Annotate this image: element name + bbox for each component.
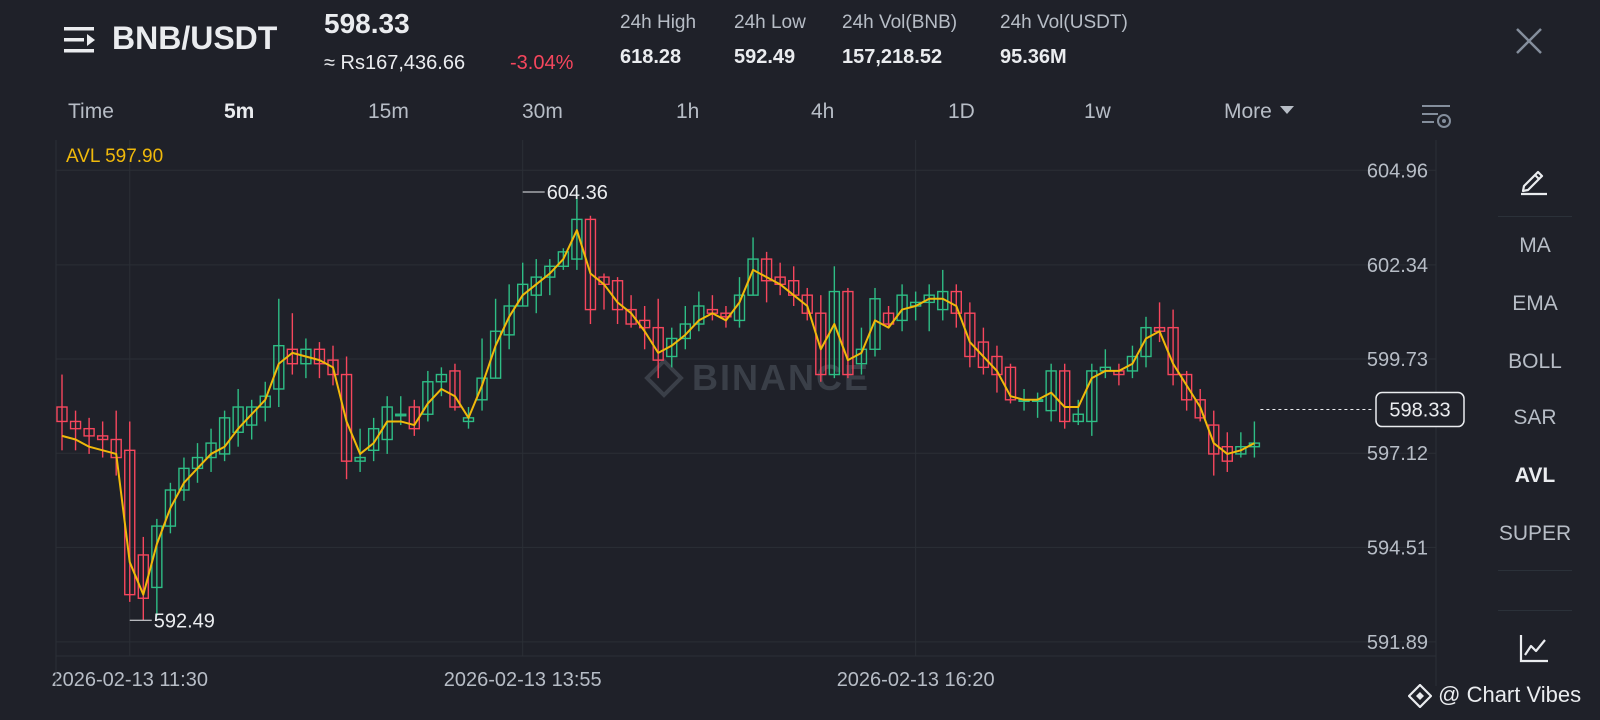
- tab-1d[interactable]: 1D: [948, 100, 975, 124]
- stat-24h-vol-bnb: 24h Vol(BNB) 157,218.52: [842, 12, 957, 69]
- interval-tabs: Time 5m 15m 30m 1h 4h 1D 1w More: [0, 100, 1460, 132]
- caret-down-icon: [1279, 106, 1294, 115]
- y-tick-label: 599.73: [1367, 349, 1428, 371]
- tab-5m[interactable]: 5m: [224, 100, 254, 124]
- indicator-ma[interactable]: MA: [1480, 234, 1590, 258]
- avl-line: [61, 229, 1255, 596]
- stat-value: 618.28: [620, 46, 682, 68]
- stat-label: 24h Vol(BNB): [842, 12, 958, 33]
- tab-more-label: More: [1224, 100, 1272, 123]
- price-change: -3.04%: [510, 52, 574, 74]
- stat-24h-high: 24h High 618.28: [620, 12, 696, 69]
- line-chart-icon[interactable]: [1518, 632, 1550, 664]
- tab-4h[interactable]: 4h: [811, 100, 834, 124]
- stat-label: 24h Low: [734, 12, 806, 33]
- x-tick-label: 2026-02-13 11:30: [52, 669, 208, 691]
- menu-lines-icon[interactable]: [64, 24, 96, 56]
- tab-15m[interactable]: 15m: [368, 100, 409, 124]
- divider: [1498, 570, 1572, 571]
- divider: [1498, 216, 1572, 217]
- tab-more[interactable]: More: [1224, 100, 1294, 124]
- y-tick-label: 597.12: [1367, 443, 1428, 465]
- branding: @ Chart Vibes: [1407, 682, 1582, 709]
- chart-settings-icon[interactable]: [1420, 100, 1452, 132]
- tab-30m[interactable]: 30m: [522, 100, 563, 124]
- y-tick-label: 604.96: [1367, 160, 1428, 182]
- y-tick-label: 591.89: [1367, 632, 1428, 654]
- binance-logo-icon: [1407, 683, 1433, 709]
- indicator-ema[interactable]: EMA: [1480, 292, 1590, 316]
- branding-text: @ Chart Vibes: [1438, 682, 1582, 707]
- last-price-badge-text: 598.33: [1389, 400, 1450, 422]
- watermark-logo: [644, 358, 684, 398]
- fiat-price: ≈ Rs167,436.66: [324, 52, 466, 74]
- x-tick-label: 2026-02-13 16:20: [837, 669, 995, 691]
- indicator-boll[interactable]: BOLL: [1480, 350, 1590, 374]
- y-tick-label: 594.51: [1367, 537, 1428, 559]
- low-marker-label: 592.49: [154, 610, 215, 632]
- divider: [1498, 610, 1572, 611]
- stat-value: 95.36M: [1000, 46, 1067, 68]
- pair-name[interactable]: BNB/USDT: [112, 20, 277, 57]
- tab-1h[interactable]: 1h: [676, 100, 699, 124]
- last-price: 598.33: [324, 8, 410, 39]
- stat-label: 24h High: [620, 12, 697, 33]
- x-tick-label: 2026-02-13 13:55: [444, 669, 602, 691]
- indicator-sar[interactable]: SAR: [1480, 406, 1590, 430]
- close-icon[interactable]: [1512, 24, 1546, 58]
- stat-value: 157,218.52: [842, 46, 943, 68]
- indicator-panel: MA EMA BOLL SAR AVL SUPER: [1480, 150, 1600, 710]
- indicator-avl[interactable]: AVL: [1480, 464, 1590, 488]
- avl-value-label: AVL 597.90: [66, 146, 163, 167]
- stat-label: 24h Vol(USDT): [1000, 12, 1128, 33]
- stat-24h-vol-usdt: 24h Vol(USDT) 95.36M: [1000, 12, 1128, 69]
- tab-time[interactable]: Time: [68, 100, 114, 124]
- indicator-super[interactable]: SUPER: [1480, 522, 1590, 546]
- candlestick-chart[interactable]: 604.96 602.34 599.73 597.12 594.51 591.89 2026…: [0, 140, 1470, 710]
- high-marker-label: 604.36: [547, 182, 608, 204]
- ticker-header: BNB/USDT 598.33 ≈ Rs167,436.66 -3.04% 24…: [0, 0, 1600, 100]
- y-tick-label: 602.34: [1367, 255, 1428, 277]
- stat-value: 592.49: [734, 46, 796, 68]
- stat-24h-low: 24h Low 592.49: [734, 12, 806, 69]
- pencil-icon[interactable]: [1518, 164, 1550, 196]
- tab-1w[interactable]: 1w: [1084, 100, 1111, 124]
